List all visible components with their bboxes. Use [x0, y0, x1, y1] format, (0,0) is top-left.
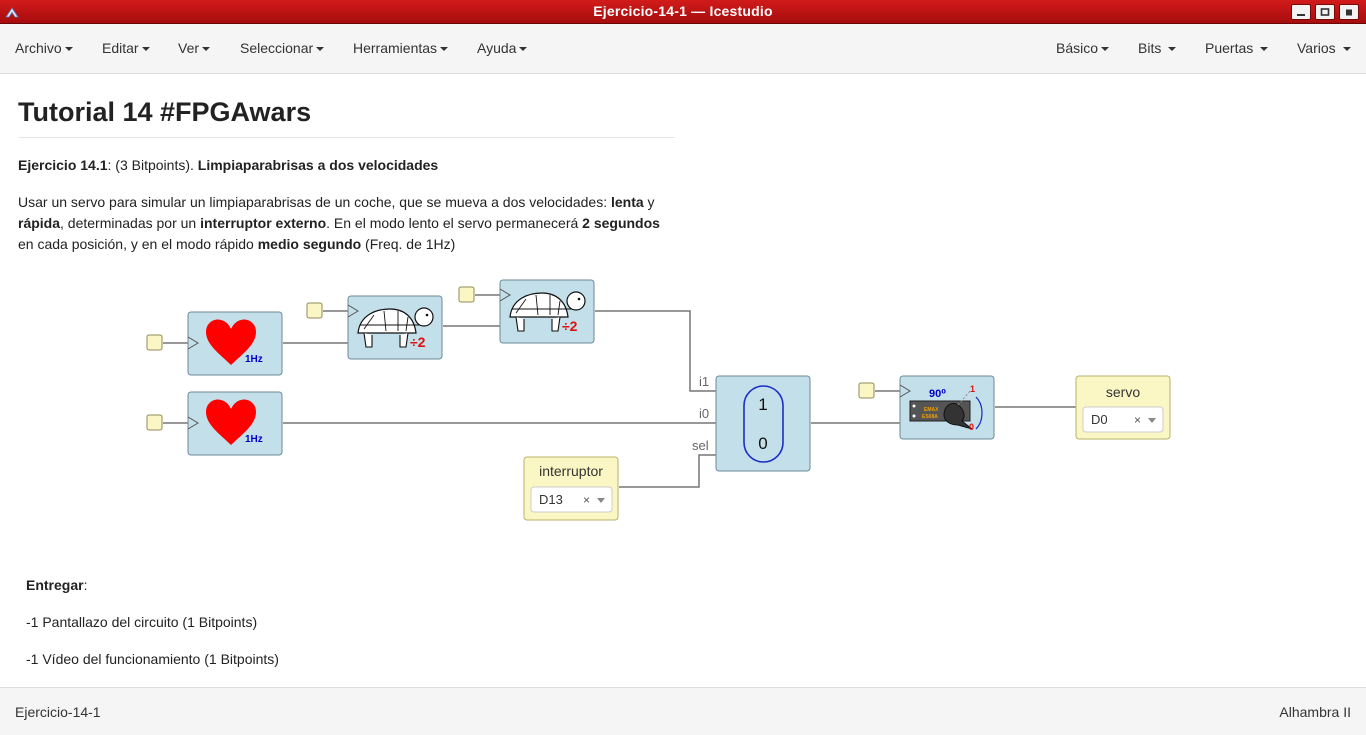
maximize-button[interactable]	[1315, 4, 1335, 20]
menu-ver-label: Ver	[178, 40, 200, 56]
design-canvas[interactable]: Tutorial 14 #FPGAwars Ejercicio 14.1: (3…	[0, 75, 1366, 687]
divider-block-2[interactable]: ÷2	[499, 279, 595, 344]
minimize-icon	[1297, 14, 1305, 16]
menu-puertas[interactable]: Puertas	[1205, 40, 1269, 56]
port-sel-label: sel	[692, 438, 709, 453]
menu-editar[interactable]: Editar	[102, 40, 150, 56]
mux-input-0: 0	[758, 434, 767, 453]
statusbar: Ejercicio-14-1 Alhambra II	[0, 687, 1366, 735]
caret-down-icon	[1168, 47, 1177, 52]
menu-seleccionar[interactable]: Seleccionar	[240, 40, 325, 56]
menu-bits-label: Bits	[1138, 40, 1162, 56]
deliver-item-1: -1 Pantallazo del circuito (1 Bitpoints)	[26, 614, 258, 630]
heart-freq-label: 1Hz	[245, 434, 263, 445]
caret-down-icon	[519, 47, 528, 52]
menu-archivo[interactable]: Archivo	[15, 40, 73, 56]
multiplexer-block[interactable]: 1 0	[715, 375, 811, 472]
caret-down-icon	[1260, 47, 1269, 52]
close-icon	[1346, 9, 1352, 16]
mux-input-1: 1	[758, 395, 767, 414]
servo-block[interactable]: 90⁰ EMAX ES08A 1 0	[899, 375, 995, 440]
wire-div2-mux-i1	[595, 310, 716, 392]
menu-archivo-label: Archivo	[15, 40, 62, 56]
heartbeat-block-1[interactable]: 1Hz	[187, 311, 283, 376]
caret-down-icon	[64, 47, 73, 52]
input-port-interruptor[interactable]: interruptor D13 ×	[523, 456, 619, 521]
menu-basico[interactable]: Básico	[1056, 40, 1110, 56]
menu-seleccionar-label: Seleccionar	[240, 40, 314, 56]
menu-ver[interactable]: Ver	[178, 40, 211, 56]
clock-pin[interactable]	[458, 286, 475, 303]
divider-label: ÷2	[562, 318, 578, 334]
window-title: Ejercicio-14-1 — Icestudio	[593, 3, 773, 19]
caret-down-icon	[316, 47, 325, 52]
menu-basico-label: Básico	[1056, 40, 1099, 56]
circuit-diagram: 1Hz 1Hz ÷2 ÷2 1 0 i1 i0 sel 90⁰ EMAX ES0…	[146, 279, 1171, 521]
deliver-label: Entregar	[26, 577, 84, 593]
servo-angle-label: 90⁰	[929, 388, 946, 400]
caret-down-icon	[202, 47, 211, 52]
menu-bits[interactable]: Bits	[1138, 40, 1177, 56]
servo-pos-1: 1	[970, 384, 975, 394]
minimize-button[interactable]	[1291, 4, 1311, 20]
deliver-colon: :	[83, 577, 88, 593]
menubar: Archivo Editar Ver Seleccionar Herramien…	[0, 24, 1366, 74]
menu-editar-label: Editar	[102, 40, 139, 56]
deliver-heading: Entregar:	[26, 575, 87, 596]
divider-block-1[interactable]: ÷2	[347, 295, 443, 360]
menu-puertas-label: Puertas	[1205, 40, 1254, 56]
clear-icon[interactable]: ×	[1134, 413, 1141, 427]
port-name: interruptor	[539, 463, 603, 479]
port-i0-label: i0	[699, 406, 709, 421]
servo-brand: EMAX	[924, 407, 939, 413]
clock-pin[interactable]	[146, 334, 163, 351]
close-window-button[interactable]	[1339, 4, 1359, 20]
menu-herramientas-label: Herramientas	[353, 40, 438, 56]
menu-herramientas[interactable]: Herramientas	[353, 40, 449, 56]
heartbeat-block-2[interactable]: 1Hz	[187, 391, 283, 456]
board-name[interactable]: Alhambra II	[1279, 704, 1351, 720]
menu-varios[interactable]: Varios	[1297, 40, 1351, 56]
menu-varios-label: Varios	[1297, 40, 1336, 56]
pin-select-value: D0	[1091, 412, 1108, 427]
menu-ayuda-label: Ayuda	[477, 40, 517, 56]
clock-pin[interactable]	[146, 414, 163, 431]
menu-ayuda[interactable]: Ayuda	[477, 40, 528, 56]
window-titlebar: Ejercicio-14-1 — Icestudio	[0, 0, 1366, 24]
caret-down-icon	[1342, 47, 1351, 52]
block-body	[715, 375, 811, 472]
port-name: servo	[1106, 384, 1140, 400]
output-port-servo[interactable]: servo D0 ×	[1075, 375, 1171, 440]
clock-pin[interactable]	[858, 382, 875, 399]
heart-freq-label: 1Hz	[245, 354, 263, 365]
caret-down-icon	[1101, 47, 1110, 52]
caret-down-icon	[141, 47, 150, 52]
divider-label: ÷2	[410, 334, 426, 350]
deliver-item-2: -1 Vídeo del funcionamiento (1 Bitpoints…	[26, 651, 279, 667]
clear-icon[interactable]: ×	[583, 493, 590, 507]
servo-model: ES08A	[922, 414, 938, 420]
project-name: Ejercicio-14-1	[15, 704, 101, 720]
maximize-icon	[1320, 8, 1330, 16]
wire-switch-mux-sel	[619, 454, 716, 488]
servo-pos-0: 0	[969, 422, 974, 432]
port-i1-label: i1	[699, 374, 709, 389]
clock-pin[interactable]	[306, 302, 323, 319]
caret-down-icon	[440, 47, 449, 52]
pin-select-value: D13	[539, 492, 563, 507]
